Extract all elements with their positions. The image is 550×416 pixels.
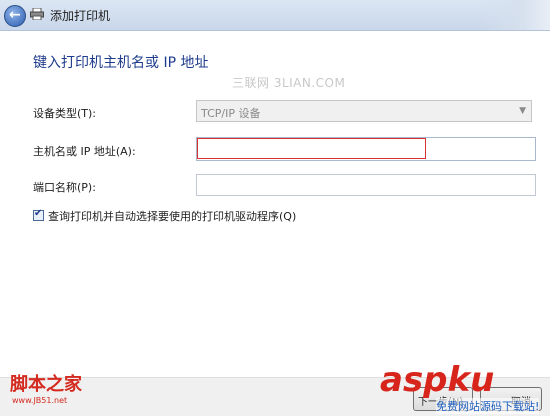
jb51-logo: 脚本之家 xyxy=(10,374,82,395)
host-label: 主机名或 IP 地址(A): xyxy=(33,145,136,158)
auto-select-checkbox[interactable]: ✔ xyxy=(33,208,44,221)
auto-select-label: 查询打印机并自动选择要使用的打印机驱动程序(Q) xyxy=(48,210,297,223)
port-label: 端口名称(P): xyxy=(33,181,96,194)
window-title: 添加打印机 xyxy=(50,9,111,23)
title-bar: ← 添加打印机 xyxy=(0,0,550,31)
aspku-logo: aspku xyxy=(380,360,495,400)
watermark-text: 三联网 3LIAN.COM xyxy=(232,76,346,90)
jb51-url: www.JB51.net xyxy=(12,396,68,405)
printer-icon xyxy=(30,8,44,20)
host-input[interactable] xyxy=(197,138,426,159)
chevron-down-icon: ▼ xyxy=(519,106,526,116)
page-heading: 键入打印机主机名或 IP 地址 xyxy=(33,55,209,71)
device-type-label: 设备类型(T): xyxy=(33,107,97,120)
aspku-subtitle: 免费网站源码下载站! xyxy=(436,398,540,414)
device-type-select[interactable]: TCP/IP 设备 ▼ xyxy=(196,100,532,122)
back-arrow-icon[interactable]: ← xyxy=(4,5,26,27)
device-type-value: TCP/IP 设备 xyxy=(201,107,261,120)
port-input[interactable] xyxy=(196,174,536,196)
